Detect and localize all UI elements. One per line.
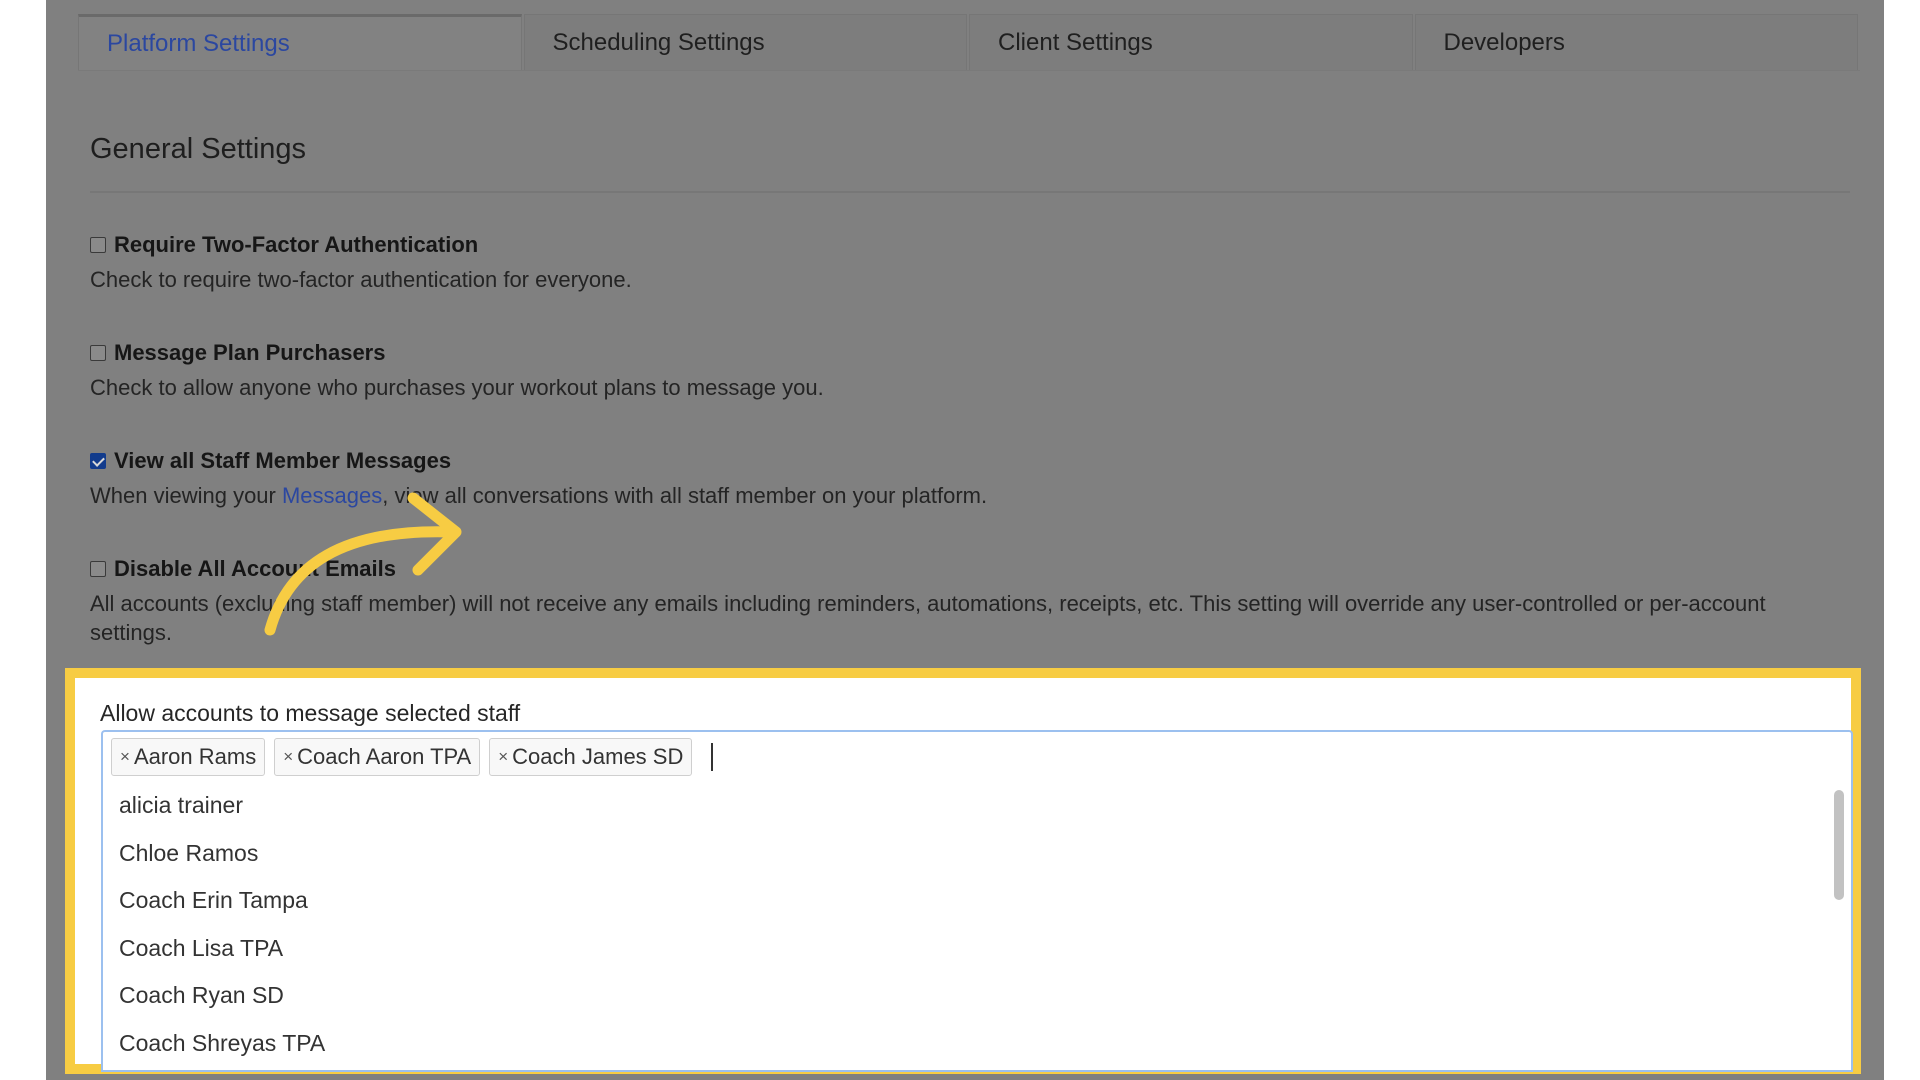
setting-label: View all Staff Member Messages [114,448,452,473]
tab-developers[interactable]: Developers [1414,14,1858,70]
selected-staff-chip: × Coach Aaron TPA [274,738,481,776]
staff-option[interactable]: alicia trainer [103,782,1851,830]
staff-options-dropdown: alicia trainer Chloe Ramos Coach Erin Ta… [101,782,1853,1072]
description-prefix: When viewing your [90,483,282,508]
text-caret [711,743,714,771]
remove-chip-icon[interactable]: × [283,747,293,767]
section-title: General Settings [90,133,307,165]
staff-option[interactable]: Coach Shreyas TPA [103,1020,1851,1068]
setting-description: Check to allow anyone who purchases your… [90,375,824,400]
staff-option[interactable]: Coach Erin Tampa [103,877,1851,925]
selected-staff-chip: × Coach James SD [489,738,693,776]
remove-chip-icon[interactable]: × [498,747,508,767]
settings-tabs: Platform Settings Scheduling Settings Cl… [78,14,1860,71]
chip-label: Coach Aaron TPA [297,744,472,769]
chip-label: Coach James SD [512,744,684,769]
annotation-arrow-icon [264,492,462,636]
highlight-frame: Allow accounts to message selected staff… [65,668,1861,1074]
setting-description: Check to require two-factor authenticati… [90,267,632,292]
setting-message-plan-purchasers: Message Plan Purchasers Check to allow a… [90,340,1810,402]
view-staff-messages-checkbox[interactable] [90,453,106,469]
tab-platform-settings[interactable]: Platform Settings [78,14,522,70]
tab-scheduling-settings[interactable]: Scheduling Settings [523,14,967,70]
setting-label: Require Two-Factor Authentication [114,232,479,257]
selected-staff-chip: × Aaron Rams [111,738,266,776]
message-plan-purchasers-checkbox[interactable] [90,345,106,361]
section-divider [90,191,1850,193]
scrollbar-thumb[interactable] [1834,790,1844,900]
two-factor-checkbox[interactable] [90,237,106,253]
disable-emails-checkbox[interactable] [90,561,106,577]
description-suffix: , view all conversations with all staff … [382,483,988,508]
staff-select-label: Allow accounts to message selected staff [100,700,521,726]
chip-label: Aaron Rams [133,744,257,769]
staff-option[interactable]: Chloe Ramos [103,830,1851,878]
setting-label: Message Plan Purchasers [114,340,386,365]
staff-option[interactable]: Coach Lisa TPA [103,925,1851,973]
staff-option[interactable]: Coach Ryan SD [103,972,1851,1020]
tab-client-settings[interactable]: Client Settings [969,14,1413,70]
dropdown-scrollbar[interactable] [1831,786,1845,1070]
remove-chip-icon[interactable]: × [120,747,130,767]
staff-multiselect[interactable]: × Aaron Rams × Coach Aaron TPA × Coach J… [101,730,1853,782]
setting-two-factor: Require Two-Factor Authentication Check … [90,232,1810,294]
